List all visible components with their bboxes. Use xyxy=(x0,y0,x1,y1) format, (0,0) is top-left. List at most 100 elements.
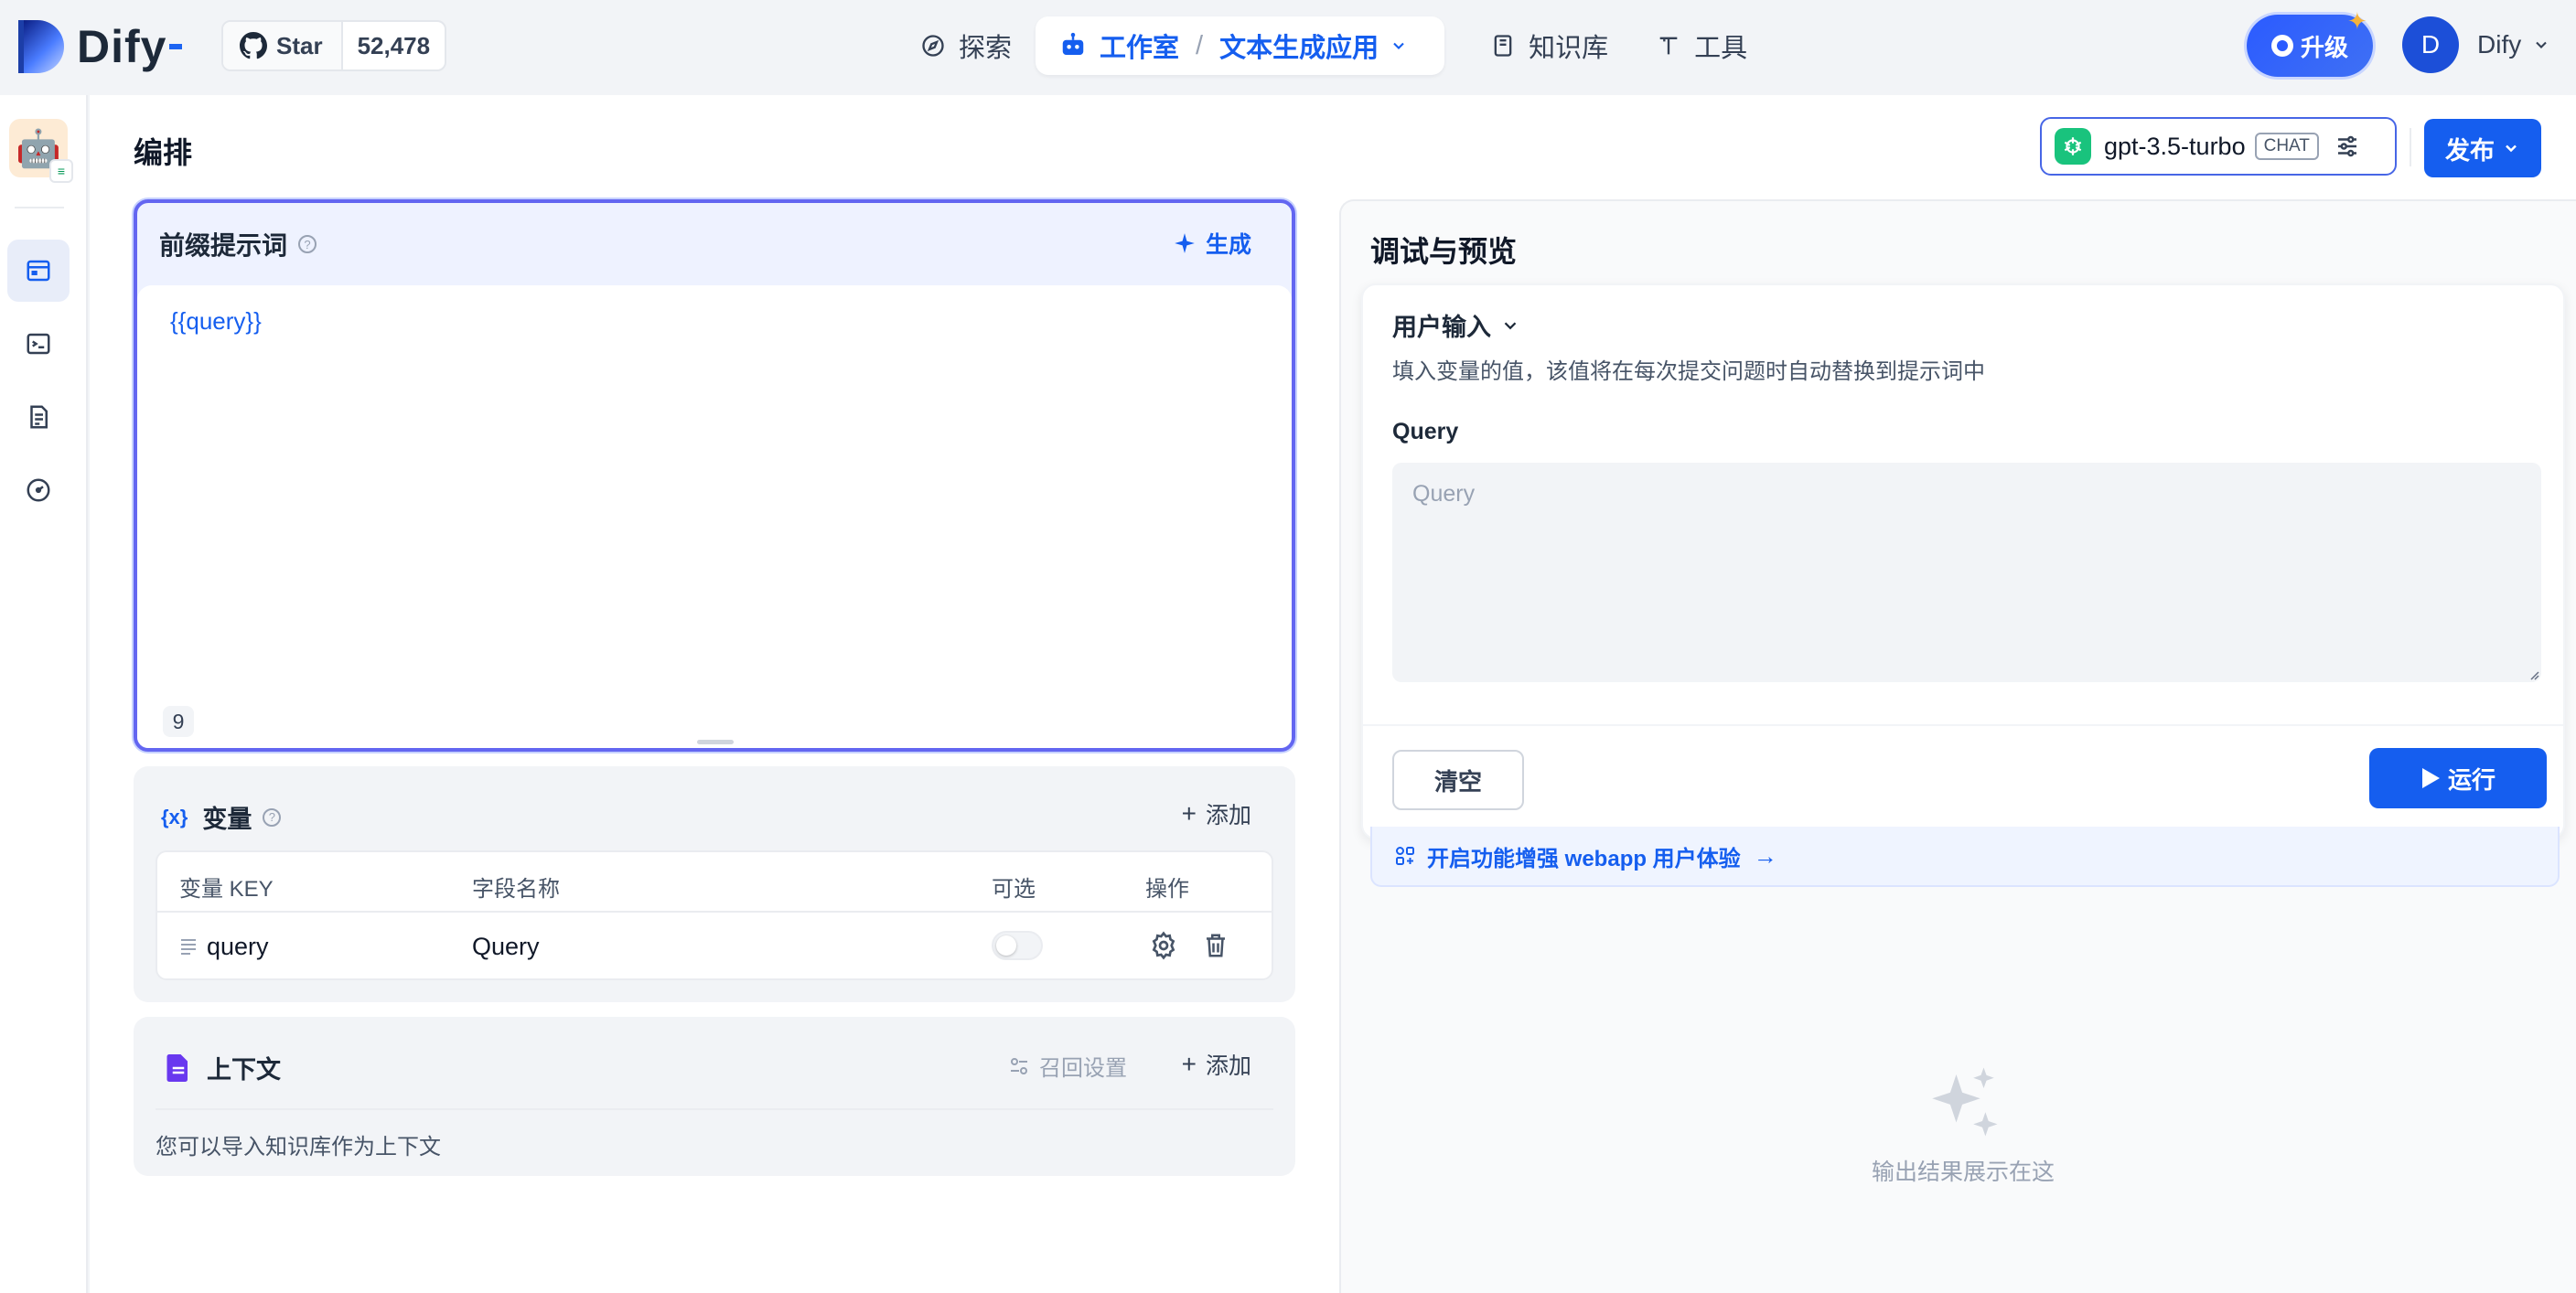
file-icon xyxy=(166,1053,188,1082)
sidebar-divider xyxy=(15,207,64,208)
clear-button[interactable]: 清空 xyxy=(1392,750,1524,810)
play-icon xyxy=(2421,768,2440,788)
settings-sliders-icon xyxy=(1011,1057,1027,1074)
help-icon[interactable]: ? xyxy=(298,235,317,253)
dify-logo[interactable]: Dify xyxy=(18,20,183,73)
gear-icon[interactable] xyxy=(1149,931,1178,960)
terminal-icon xyxy=(27,333,50,355)
context-title: 上下文 xyxy=(207,1056,281,1084)
upgrade-label: 升级 xyxy=(2300,33,2348,61)
query-label: Query xyxy=(1392,419,1459,444)
chevron-down-icon xyxy=(2506,144,2517,153)
nav-knowledge-label: 知识库 xyxy=(1529,34,1609,63)
prompt-editor-body[interactable]: {{query}} 9 xyxy=(137,285,1292,748)
openai-icon xyxy=(2055,128,2091,165)
top-bar: Dify Star 52,478 探索 工作室 / 文本生成应用 知识库 工具 xyxy=(0,0,2576,95)
user-input-toggle[interactable]: 用户输入 xyxy=(1392,307,1520,343)
column-header-actions: 操作 xyxy=(1145,877,1189,902)
column-header-optional: 可选 xyxy=(992,877,1036,902)
empty-output-state: 输出结果展示在这 xyxy=(1817,1061,2109,1187)
run-label: 运行 xyxy=(2447,765,2496,794)
character-count: 9 xyxy=(163,706,194,737)
recall-settings-label: 召回设置 xyxy=(1039,1056,1127,1081)
variables-table: 变量 KEY 字段名称 可选 操作 query Query xyxy=(156,850,1273,980)
prompt-title: 前缀提示词 xyxy=(159,231,288,260)
main-nav: 探索 工作室 / 文本生成应用 知识库 工具 xyxy=(896,16,1771,75)
upgrade-icon xyxy=(2270,35,2293,57)
generate-label: 生成 xyxy=(1205,232,1251,258)
variables-header: {x} 变量 ? xyxy=(161,799,282,835)
resize-handle[interactable] xyxy=(697,740,734,744)
text-type-icon xyxy=(181,939,196,955)
generate-button[interactable]: 生成 xyxy=(1173,227,1251,260)
variables-title: 变量 xyxy=(202,806,252,833)
resize-grip-icon[interactable] xyxy=(2528,669,2539,680)
document-icon xyxy=(30,405,48,429)
github-icon xyxy=(240,32,267,59)
empty-output-text: 输出结果展示在这 xyxy=(1871,1159,2055,1185)
nav-studio[interactable]: 工作室 / 文本生成应用 xyxy=(1036,16,1445,75)
variable-field-name[interactable]: Query xyxy=(472,933,540,961)
app-icon[interactable]: 🤖 ≡ xyxy=(9,119,73,183)
sliders-icon[interactable] xyxy=(2334,133,2361,160)
sparkle-icon: ✦ xyxy=(2347,7,2367,35)
chevron-down-icon[interactable] xyxy=(2532,36,2550,54)
help-icon[interactable]: ? xyxy=(263,807,282,827)
nav-separator: / xyxy=(1196,30,1204,60)
run-button[interactable]: 运行 xyxy=(2369,748,2547,808)
context-card: 上下文 召回设置 + 添加 您可以导入知识库作为上下文 xyxy=(134,1017,1295,1176)
user-menu[interactable]: D Dify xyxy=(2402,16,2550,73)
avatar[interactable]: D xyxy=(2402,16,2459,73)
apps-icon xyxy=(1396,847,1414,865)
sidebar-item-overview[interactable] xyxy=(7,459,70,521)
variable-key[interactable]: query xyxy=(207,933,269,961)
sidebar-item-logs[interactable] xyxy=(7,386,70,448)
github-star-button[interactable]: Star xyxy=(223,22,343,69)
recall-settings-button[interactable]: 召回设置 xyxy=(1008,1050,1127,1082)
github-star-count[interactable]: 52,478 xyxy=(343,32,445,60)
debug-preview-panel: 调试与预览 用户输入 填入变量的值，该值将在每次提交问题时自动替换到提示词中 Q… xyxy=(1339,199,2576,1293)
context-description: 您可以导入知识库作为上下文 xyxy=(156,1135,441,1159)
publish-button[interactable]: 发布 xyxy=(2424,119,2541,177)
text-generation-badge-icon: ≡ xyxy=(49,159,73,183)
model-selector[interactable]: gpt-3.5-turbo CHAT xyxy=(2040,117,2397,176)
variable-icon: {x} xyxy=(161,805,188,828)
publish-label: 发布 xyxy=(2445,136,2495,165)
chevron-down-icon xyxy=(1504,321,1517,329)
nav-explore-label: 探索 xyxy=(959,34,1013,63)
current-app-name[interactable]: 文本生成应用 xyxy=(1219,27,1379,65)
add-variable-button[interactable]: + 添加 xyxy=(1182,797,1251,830)
prompt-editor-header: 前缀提示词 ? 生成 xyxy=(137,203,1292,285)
prompt-input[interactable]: {{query}} xyxy=(170,307,262,336)
column-header-field-name: 字段名称 xyxy=(472,877,560,902)
sparkle-icon xyxy=(1175,233,1195,253)
app-sidebar: 🤖 ≡ xyxy=(0,95,88,1293)
sparkles-icon xyxy=(1932,1067,1998,1137)
plus-icon: + xyxy=(1181,799,1197,828)
trash-icon[interactable] xyxy=(1202,931,1229,960)
brand-name: Dify xyxy=(77,21,167,72)
arrow-right-icon: → xyxy=(1753,841,1777,870)
nav-knowledge[interactable]: 知识库 xyxy=(1466,16,1632,75)
nav-tools[interactable]: 工具 xyxy=(1632,16,1771,75)
feature-enhance-banner[interactable]: 开启功能增强 webapp 用户体验 → xyxy=(1370,827,2560,887)
debug-panel-title: 调试与预览 xyxy=(1370,235,1518,268)
user-input-label: 用户输入 xyxy=(1392,314,1491,341)
sidebar-item-api[interactable] xyxy=(7,313,70,375)
add-variable-label: 添加 xyxy=(1205,803,1251,828)
nav-explore[interactable]: 探索 xyxy=(896,16,1036,75)
page-title: 编排 xyxy=(134,136,193,169)
add-context-label: 添加 xyxy=(1205,1053,1251,1079)
sidebar-item-orchestrate[interactable] xyxy=(7,240,70,302)
github-star-label: Star xyxy=(276,31,323,59)
add-context-button[interactable]: + 添加 xyxy=(1182,1048,1251,1081)
optional-toggle[interactable] xyxy=(992,931,1043,960)
plus-icon: + xyxy=(1181,1050,1197,1078)
user-input-description: 填入变量的值，该值将在每次提交问题时自动替换到提示词中 xyxy=(1392,359,1985,384)
user-name[interactable]: Dify xyxy=(2477,30,2521,59)
dify-logo-mark xyxy=(18,20,64,73)
query-input[interactable] xyxy=(1392,463,2541,682)
github-star-widget[interactable]: Star 52,478 xyxy=(221,20,447,71)
chevron-down-icon[interactable] xyxy=(1390,37,1408,55)
table-row: query Query xyxy=(157,913,1272,980)
